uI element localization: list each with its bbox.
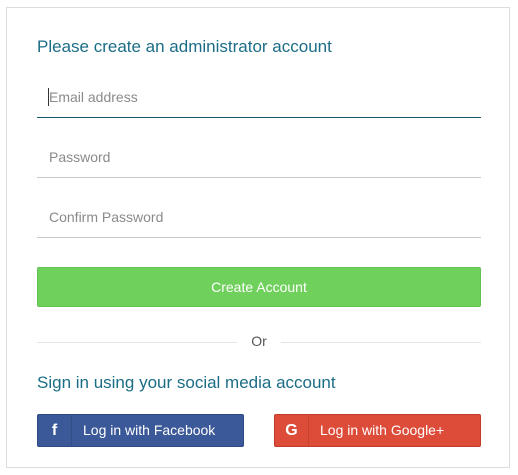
- password-field[interactable]: [37, 136, 481, 178]
- email-field[interactable]: [37, 76, 481, 118]
- create-account-heading: Please create an administrator account: [37, 37, 332, 56]
- or-label: Or: [251, 333, 267, 349]
- create-account-button[interactable]: Create Account: [37, 267, 481, 307]
- confirm-password-field[interactable]: [37, 196, 481, 238]
- email-input[interactable]: [37, 76, 481, 117]
- facebook-login-button[interactable]: f Log in with Facebook: [37, 414, 244, 447]
- password-input[interactable]: [37, 136, 481, 177]
- facebook-icon: f: [51, 421, 58, 439]
- google-icon: G: [285, 421, 298, 439]
- social-signin-heading: Sign in using your social media account: [37, 373, 336, 392]
- google-icon-separator: [308, 415, 309, 446]
- text-cursor: [48, 88, 49, 106]
- signup-card: Please create an administrator account C…: [6, 7, 510, 468]
- facebook-login-label: Log in with Facebook: [83, 422, 216, 438]
- confirm-password-input[interactable]: [37, 196, 481, 237]
- divider-right: [281, 342, 481, 343]
- google-login-button[interactable]: G Log in with Google+: [274, 414, 481, 447]
- divider-left: [37, 342, 237, 343]
- facebook-icon-separator: [71, 415, 72, 446]
- google-login-label: Log in with Google+: [320, 422, 445, 438]
